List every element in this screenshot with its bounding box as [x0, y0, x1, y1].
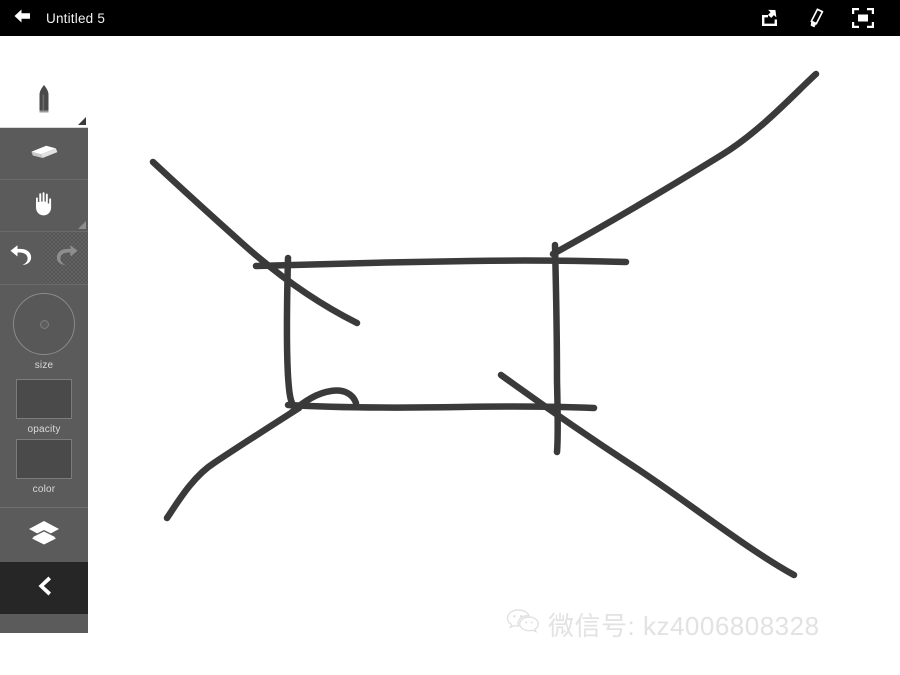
eraser-icon	[28, 139, 60, 168]
undo-arrow-icon	[9, 244, 35, 273]
size-dial-icon[interactable]	[13, 293, 75, 355]
hand-icon	[31, 189, 57, 222]
size-label: size	[34, 360, 54, 371]
brush-icon[interactable]	[794, 0, 840, 36]
top-bar: Untitled 5	[0, 0, 900, 36]
color-control[interactable]: color	[0, 439, 88, 495]
undo-button[interactable]	[0, 232, 44, 284]
opacity-label: opacity	[27, 424, 61, 435]
pan-options-indicator[interactable]	[78, 221, 86, 229]
document-title: Untitled 5	[46, 10, 106, 26]
layers-icon	[27, 519, 61, 552]
stroke-box-right-edge	[551, 241, 561, 456]
collapse-panel-button[interactable]	[0, 562, 88, 614]
stroke-diagonal-lower-left	[163, 404, 303, 522]
fullscreen-icon[interactable]	[840, 0, 886, 36]
pencil-tool[interactable]	[0, 76, 88, 128]
share-icon[interactable]	[748, 0, 794, 36]
eraser-tool[interactable]	[0, 128, 88, 180]
app-root: Untitled 5 size opacity color 微信号: kz400…	[0, 0, 900, 675]
stroke-diagonal-upper-left	[149, 158, 361, 327]
stroke-box-top-edge	[252, 257, 630, 270]
opacity-swatch[interactable]	[16, 379, 72, 419]
pan-tool[interactable]	[0, 180, 88, 232]
color-label: color	[32, 484, 56, 495]
top-bar-actions	[748, 0, 900, 36]
redo-button[interactable]	[44, 232, 88, 284]
drawing-strokes	[149, 70, 820, 579]
layers-button[interactable]	[0, 508, 88, 562]
back-button[interactable]	[0, 0, 44, 36]
size-dial-indicator	[39, 319, 49, 329]
stroke-box-bottom-edge	[284, 401, 598, 412]
drawing-canvas[interactable]	[0, 36, 900, 675]
stroke-diagonal-upper-right	[549, 70, 820, 258]
color-swatch[interactable]	[16, 439, 72, 479]
tool-panel: size opacity color	[0, 76, 88, 633]
pencil-options-indicator[interactable]	[78, 117, 86, 125]
size-control[interactable]: size	[0, 285, 88, 375]
redo-arrow-icon	[53, 244, 79, 273]
chevron-left-icon	[36, 575, 52, 602]
pencil-icon	[33, 84, 55, 119]
back-arrow-icon	[12, 7, 32, 30]
opacity-control[interactable]: opacity	[0, 379, 88, 435]
undo-redo-group	[0, 232, 88, 285]
